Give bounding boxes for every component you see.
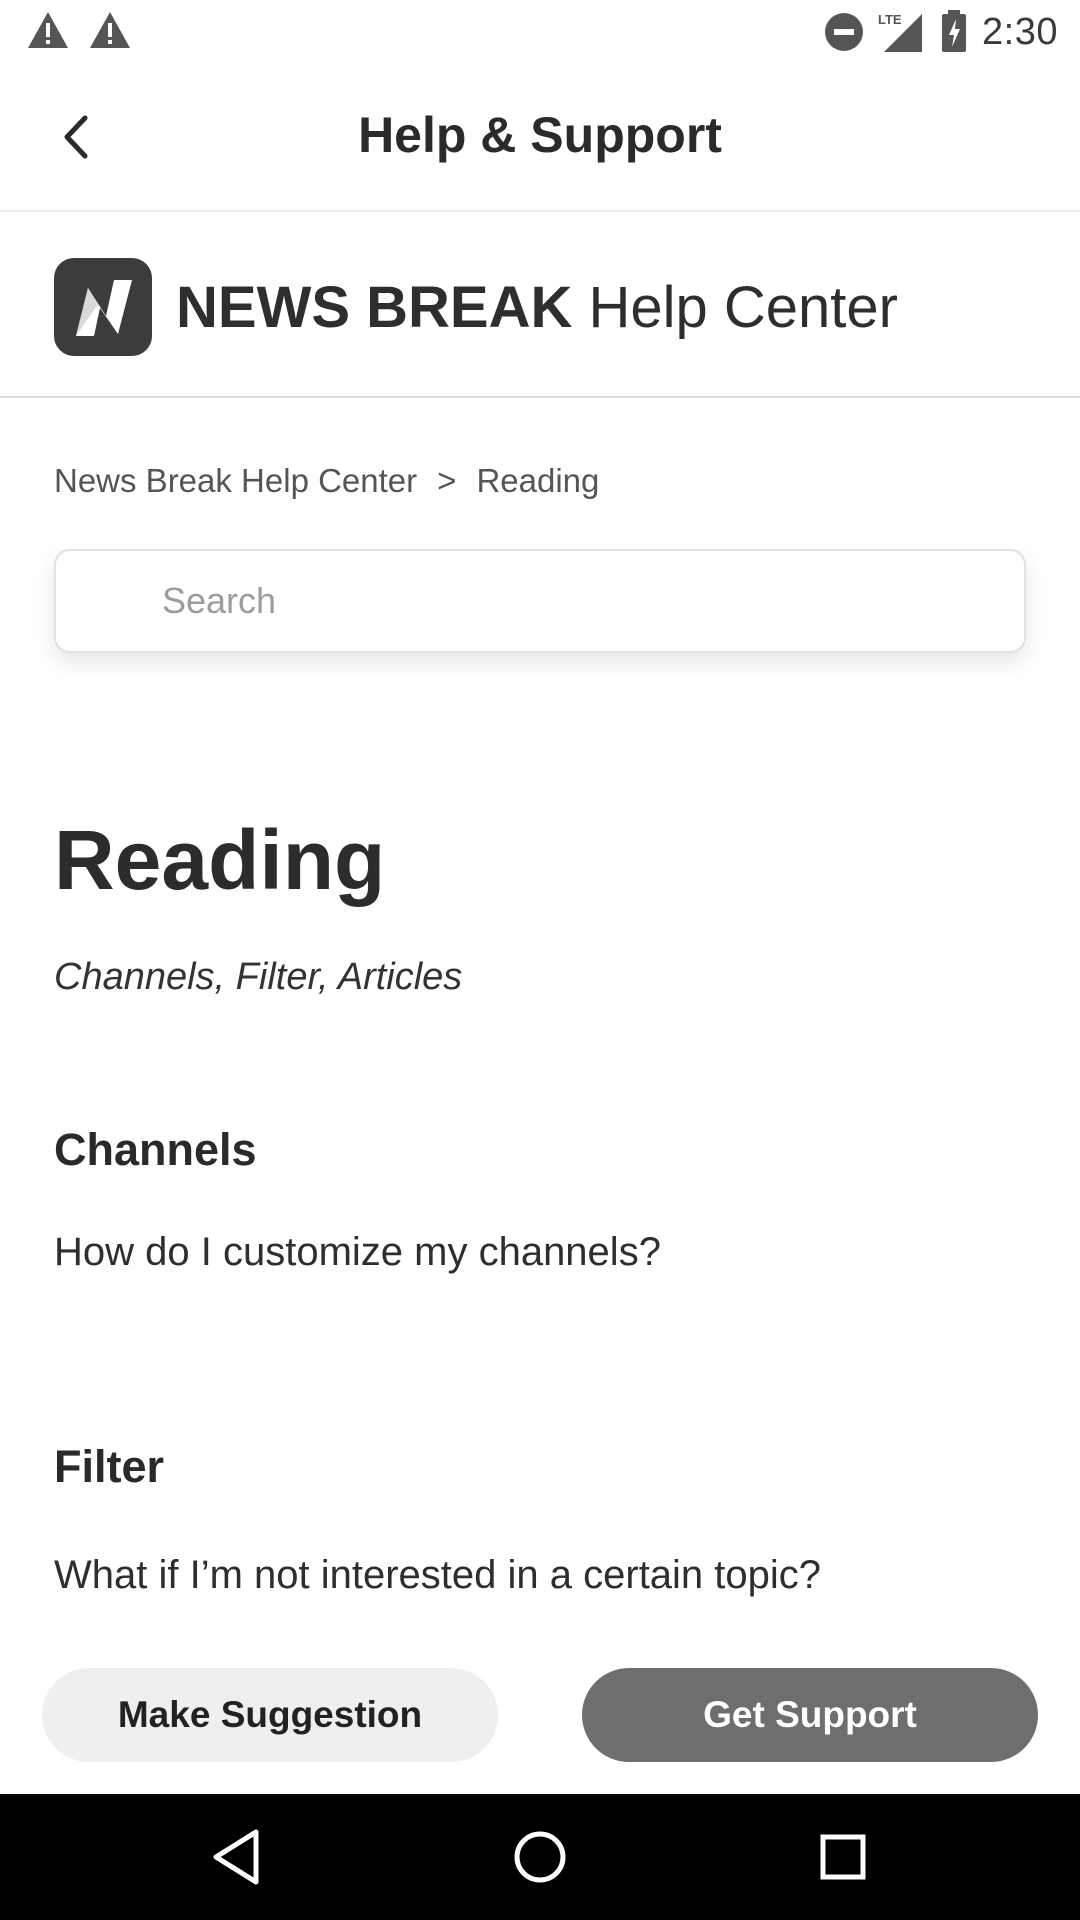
category-subtitle: Channels, Filter, Articles [54, 956, 463, 998]
home-circle-icon[interactable] [507, 1824, 573, 1890]
brand-suffix: Help Center [588, 275, 898, 340]
app-bar: Help & Support [0, 64, 1080, 212]
news-break-logo [54, 258, 152, 356]
section-heading-filter: Filter [54, 1441, 165, 1492]
back-triangle-icon[interactable] [204, 1824, 270, 1890]
brand-name: NEWS BREAK [176, 275, 573, 340]
article-link[interactable]: How do I customize my channels? [54, 1230, 661, 1275]
status-bar: LTE 2:30 [0, 0, 1080, 64]
lte-signal-icon: LTE [878, 12, 923, 52]
make-suggestion-button[interactable]: Make Suggestion [42, 1668, 498, 1762]
warning-icon [90, 12, 130, 48]
do-not-disturb-icon [825, 13, 864, 51]
brand-header: NEWS BREAK Help Center [0, 212, 1080, 398]
search-input[interactable] [160, 551, 1000, 651]
recents-square-icon[interactable] [810, 1824, 876, 1890]
article-category-title: Reading [54, 813, 386, 907]
article-link[interactable]: What if I’m not interested in a certain … [54, 1553, 821, 1598]
battery-charging-icon [942, 10, 967, 52]
get-support-button[interactable]: Get Support [582, 1668, 1038, 1762]
breadcrumb: News Break Help Center > Reading [54, 462, 599, 500]
page-title-bar: Help & Support [358, 107, 722, 163]
search-box[interactable] [54, 549, 1026, 653]
brand-title: NEWS BREAK Help Center [176, 274, 898, 341]
breadcrumb-current: Reading [476, 462, 600, 499]
warning-icon [28, 12, 68, 48]
svg-text:LTE: LTE [878, 12, 902, 27]
section-heading-channels: Channels [54, 1124, 257, 1175]
system-nav-bar [0, 1794, 1080, 1920]
breadcrumb-separator: > [437, 462, 457, 499]
breadcrumb-root-link[interactable]: News Break Help Center [54, 462, 417, 499]
status-time: 2:30 [982, 10, 1058, 53]
